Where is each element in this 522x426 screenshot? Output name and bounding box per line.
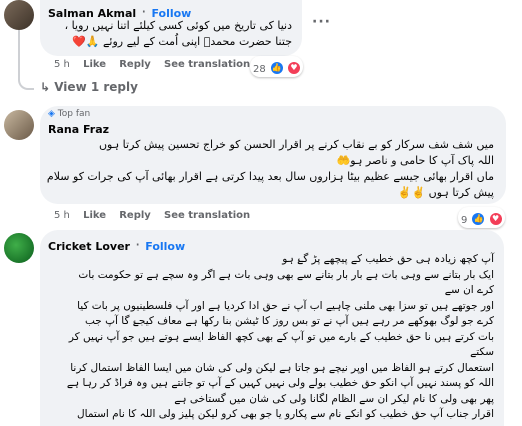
comment-text: دنیا کی تاریخ میں کوئی کسی کیلئے اتنا نہ… (64, 19, 292, 48)
comment-bubble-1: Salman Akmal · Follow دنیا کی تاریخ میں … (40, 0, 302, 56)
avatar-salman[interactable] (4, 0, 34, 30)
see-translation-link[interactable]: See translation (164, 59, 250, 70)
avatar-cricket[interactable] (4, 233, 34, 263)
comment-author[interactable]: Rana Fraz (48, 123, 109, 136)
love-reaction-icon: ♥ (489, 212, 502, 225)
comment-actions: 5 h Like Reply See translation (54, 59, 250, 70)
like-reaction-icon: 👍 (472, 212, 485, 225)
see-translation-link[interactable]: See translation (164, 210, 250, 221)
like-reaction-icon: 👍 (270, 61, 283, 74)
comment-actions: 5 h Like Reply See translation (54, 210, 250, 221)
reaction-summary[interactable]: 28 👍 ♥ (250, 56, 303, 77)
comment-bubble-3: Cricket Lover · Follow آپ کچھ زیادہ ہی ح… (40, 230, 504, 426)
like-link[interactable]: Like (83, 59, 106, 70)
reply-arrow-icon: ↳ (40, 80, 55, 94)
love-reaction-icon: ♥ (287, 61, 300, 74)
timestamp[interactable]: 5 h (54, 210, 70, 221)
top-fan-badge: ◈ Top fan (48, 109, 91, 119)
timestamp[interactable]: 5 h (54, 59, 70, 70)
reply-link[interactable]: Reply (119, 210, 151, 221)
comment-text: میں شف شف سرکار کو بے نقاب کرنے پر اقرار… (46, 138, 494, 199)
like-link[interactable]: Like (83, 210, 106, 221)
comment-bubble-2: ◈ Top fan Rana Fraz میں شف شف سرکار کو ب… (40, 106, 506, 204)
view-replies-link[interactable]: ↳ View 1 reply (40, 80, 138, 94)
avatar-rana[interactable] (4, 110, 34, 140)
reaction-summary[interactable]: 9 👍 ♥ (458, 207, 505, 228)
top-fan-badge-icon: ◈ (48, 109, 55, 119)
thread-line (18, 30, 34, 90)
comment-text: آپ کچھ زیادہ ہی حق خطیب کے پیچھے پڑ گۓ ہ… (66, 253, 494, 420)
more-options-icon[interactable]: ··· (312, 14, 331, 30)
reply-link[interactable]: Reply (119, 59, 151, 70)
